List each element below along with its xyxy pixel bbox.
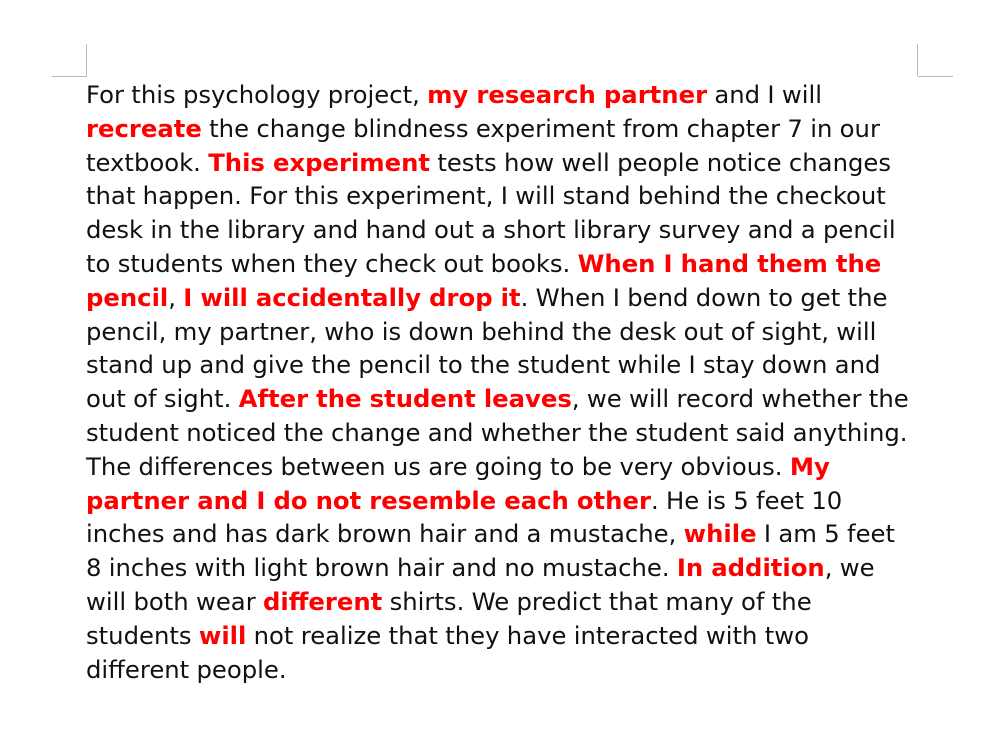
top-left-margin-mark-vertical [86,44,87,76]
top-right-margin-mark-vertical [917,44,918,76]
highlighted-phrase: recreate [86,113,202,143]
top-right-margin-mark-horizontal [918,76,953,77]
text-segment: , [168,282,184,312]
body-paragraph[interactable]: For this psychology project, my research… [86,78,914,686]
text-segment: For this psychology project, [86,80,428,109]
text-segment: and I will [707,80,823,109]
highlighted-phrase: while [683,519,757,549]
highlighted-phrase: This experiment [208,147,430,177]
top-left-margin-mark-horizontal [52,76,87,77]
highlighted-phrase: I will accidentally drop it [183,282,521,312]
document-page: For this psychology project, my research… [0,0,994,738]
highlighted-phrase: In addition [676,553,825,583]
highlighted-phrase: After the student leaves [238,384,572,414]
highlighted-phrase: different [263,586,383,616]
highlighted-phrase: will [198,620,247,650]
highlighted-phrase: my research partner [427,80,708,109]
